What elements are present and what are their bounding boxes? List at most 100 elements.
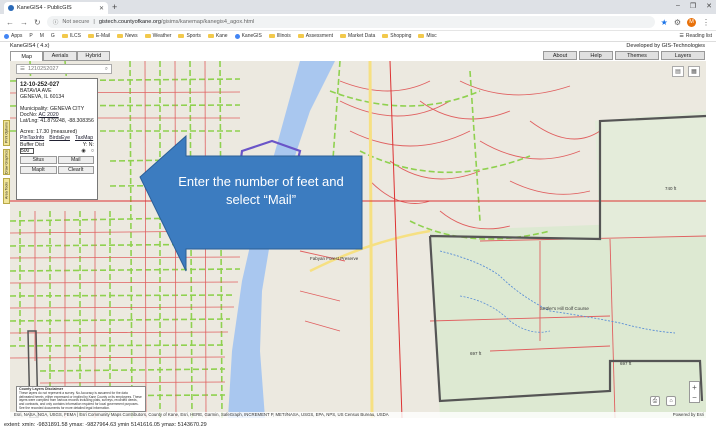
- profile-avatar[interactable]: M: [687, 17, 696, 27]
- browser-tab-bar: KaneGIS4 - PublicGIS ✕ + – ❐ ✕: [0, 0, 716, 14]
- map-canvas[interactable]: Fabyan Forest Preserve Settler's Hill Go…: [10, 61, 706, 418]
- bottom-map-tools: ⎙ ⌂: [650, 396, 676, 406]
- url-field[interactable]: ⓘ Not secure | gistech.countyofkane.org/…: [46, 16, 655, 28]
- address-bar-row: ← → ↻ ⓘ Not secure | gistech.countyofkan…: [0, 14, 716, 31]
- search-icon[interactable]: ⌕: [105, 66, 108, 73]
- bookmark-ilcs[interactable]: ILCS: [61, 33, 81, 39]
- print-options-tab[interactable]: Print Options: [3, 120, 10, 146]
- maximize-icon[interactable]: ❐: [690, 2, 696, 10]
- forward-icon[interactable]: →: [20, 18, 28, 27]
- themes-button[interactable]: Themes: [615, 51, 659, 60]
- powered-by-esri[interactable]: Powered by Esri: [673, 412, 704, 417]
- bookmark-assessment[interactable]: Assessment: [297, 33, 333, 39]
- buffer-no-radio[interactable]: ○: [91, 148, 94, 154]
- buffer-dist-label: Buffer Dist: [20, 141, 45, 148]
- pin-search-input[interactable]: ☰ 1210252027 ⌕: [16, 64, 112, 74]
- url-domain: gistech.countyofkane.org: [98, 19, 162, 25]
- bookmark-shopping[interactable]: Shopping: [382, 33, 411, 39]
- bookmark-market-data[interactable]: Market Data: [340, 33, 375, 39]
- warning-icon: ⓘ: [52, 20, 59, 26]
- bookmark-kane[interactable]: Kane: [207, 33, 228, 39]
- apps-icon: [4, 33, 9, 39]
- bookmark-sports[interactable]: Sports: [178, 33, 201, 39]
- buffer-yes-radio[interactable]: ◉: [81, 148, 86, 154]
- minimize-icon[interactable]: –: [676, 2, 680, 10]
- side-tool-tabs: Print Options Draw Graphics Area Tools: [3, 120, 10, 204]
- menu-icon[interactable]: ⋮: [702, 18, 710, 27]
- bookmark-illinois[interactable]: Illinois: [268, 33, 291, 39]
- reload-icon[interactable]: ↻: [34, 18, 41, 27]
- tab-title: KaneGIS4 - PublicGIS: [17, 5, 72, 11]
- bookmark-news[interactable]: News: [117, 33, 138, 39]
- bookmark-email[interactable]: E-Mail: [87, 33, 110, 39]
- layers-button[interactable]: Layers: [661, 51, 705, 60]
- home-icon[interactable]: ⌂: [666, 396, 676, 406]
- bookmark-kanegis[interactable]: KaneGIS: [234, 33, 262, 39]
- tab-map[interactable]: Map: [10, 51, 44, 61]
- map-label-settlers-hill: Settler's Hill Golf Course: [540, 306, 589, 311]
- print-icon[interactable]: ⎙: [650, 396, 660, 406]
- close-window-icon[interactable]: ✕: [706, 2, 712, 10]
- clearit-button[interactable]: ClearIt: [57, 166, 94, 175]
- bookmark-weather[interactable]: Weather: [144, 33, 171, 39]
- search-value: 1210252027: [27, 66, 59, 72]
- folder-icon: [178, 34, 185, 38]
- attribution-text: Esri, NASA, NGA, USGS, FEMA | Esri Commu…: [14, 412, 389, 417]
- site-favicon-icon: [8, 5, 14, 11]
- menu-icon[interactable]: ☰: [20, 66, 25, 72]
- map-label-elevation: 740 ft: [665, 186, 677, 191]
- folder-icon: [340, 34, 347, 38]
- zoom-out-icon[interactable]: −: [692, 393, 697, 402]
- map-type-tabs: Map Aerials Hybrid: [10, 51, 110, 61]
- extent-status-bar: extent: xmin: -9831891.58 ymax: -9827964…: [0, 419, 716, 431]
- docno-link[interactable]: AC 2020: [38, 112, 58, 118]
- tab-hybrid[interactable]: Hybrid: [76, 51, 110, 61]
- url-path: /gisims/kanemap/kanegis4_agox.html: [161, 19, 255, 25]
- map-attribution: Esri, NASA, NGA, USGS, FEMA | Esri Commu…: [10, 412, 706, 418]
- bookmark-g[interactable]: G: [51, 33, 55, 39]
- tab-aerials[interactable]: Aerials: [43, 51, 77, 61]
- zoom-control: + −: [689, 381, 700, 403]
- browser-tab[interactable]: KaneGIS4 - PublicGIS ✕: [4, 2, 108, 14]
- parcel-info-popup: 12-10-252-027 BATAVIA AVE GENEVA, IL 601…: [16, 78, 98, 200]
- close-tab-icon[interactable]: ✕: [99, 5, 104, 12]
- help-button[interactable]: Help: [579, 51, 613, 60]
- about-button[interactable]: About: [543, 51, 577, 60]
- bookmark-p[interactable]: P: [29, 33, 32, 39]
- bookmark-misc[interactable]: Misc: [418, 33, 437, 39]
- bookmark-star-icon[interactable]: ★: [661, 18, 668, 27]
- folder-icon: [207, 34, 214, 38]
- docno-label: DocNo:: [20, 111, 38, 118]
- reading-list[interactable]: ☰ Reading list: [679, 33, 712, 39]
- basemap-icon[interactable]: ▤: [672, 66, 684, 77]
- map-tools: ▤ ▦: [672, 66, 700, 77]
- birds-eye-link[interactable]: BirdsEye: [49, 135, 70, 141]
- bookmarks-bar: Apps P M G ILCS E-Mail News Weather Spor…: [0, 31, 716, 42]
- annotation-text: Enter the number of feet and select “Mai…: [178, 174, 344, 207]
- extensions-icon[interactable]: ⚙: [674, 18, 681, 27]
- folder-icon: [382, 34, 389, 38]
- globe-icon: [234, 33, 240, 39]
- back-icon[interactable]: ←: [6, 18, 14, 27]
- folder-icon: [268, 34, 275, 38]
- situs-button[interactable]: Situs: [20, 156, 57, 165]
- folder-icon: [418, 34, 425, 38]
- map-label-fabyan: Fabyan Forest Preserve: [310, 256, 359, 261]
- draw-graphics-tab[interactable]: Draw Graphics: [3, 149, 10, 175]
- mail-button[interactable]: Mail: [57, 156, 94, 165]
- folder-icon: [144, 34, 151, 38]
- bookmark-m[interactable]: M: [40, 33, 44, 39]
- map-label-elevation: 697 ft: [620, 361, 632, 366]
- mapit-button[interactable]: MapIt: [20, 166, 57, 175]
- legend-icon[interactable]: ▦: [688, 66, 700, 77]
- app-title: KaneGIS4 ( 4.x): [10, 43, 50, 49]
- bookmark-apps[interactable]: Apps: [4, 33, 22, 39]
- parcel-latlng: Lat/Lng: 41.879248, -88.308356: [20, 118, 94, 125]
- buffer-distance-input[interactable]: [20, 147, 34, 154]
- county-layers-disclaimer: County Layers Disclaimer These layers do…: [16, 386, 146, 412]
- zoom-in-icon[interactable]: +: [692, 383, 697, 392]
- area-tools-tab[interactable]: Area Tools: [3, 178, 10, 204]
- header-buttons: About Help Themes Layers: [543, 51, 705, 60]
- folder-icon: [297, 34, 304, 38]
- new-tab-icon[interactable]: +: [112, 2, 117, 12]
